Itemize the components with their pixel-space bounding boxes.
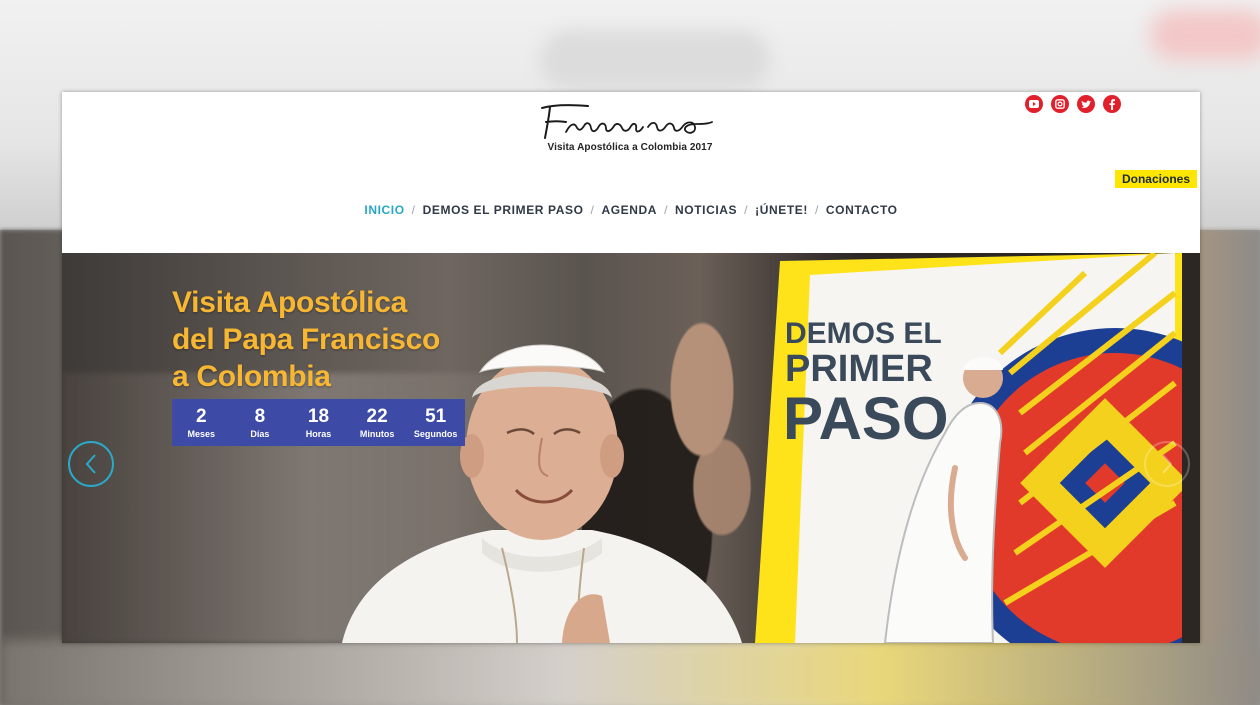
countdown-seconds: 51 Segundos — [408, 406, 464, 440]
main-navigation: INICIO / DEMOS EL PRIMER PASO / AGENDA / NOTIC… — [62, 203, 1200, 217]
site-header: Visita Apostólica a Colombia 2017 Donaci… — [62, 92, 1200, 253]
donate-button[interactable]: Donaciones — [1114, 170, 1197, 188]
hero-title-line: del Papa Francisco — [172, 323, 441, 356]
twitter-icon[interactable] — [1077, 95, 1095, 113]
countdown-label: Horas — [305, 428, 332, 439]
francisco-signature-logo — [541, 104, 713, 139]
nav-item-unete[interactable]: ¡ÚNETE! — [755, 203, 808, 217]
slider-next-button[interactable] — [1144, 441, 1190, 487]
logo-subtitle: Visita Apostólica a Colombia 2017 — [547, 142, 713, 153]
nav-separator: / — [411, 203, 416, 217]
nav-separator: / — [744, 203, 749, 217]
social-links — [1025, 95, 1121, 113]
countdown-label: Segundos — [413, 428, 458, 439]
poster-line-3: PASO — [783, 385, 949, 452]
hero-title-line: Visita Apostólica — [172, 286, 407, 319]
countdown-value: 22 — [366, 405, 388, 427]
background-blur-shape — [540, 30, 770, 90]
countdown-value: 51 — [425, 405, 447, 427]
slider-prev-button[interactable] — [68, 441, 114, 487]
nav-separator: / — [814, 203, 819, 217]
chevron-right-icon — [1162, 454, 1173, 474]
nav-separator: / — [664, 203, 669, 217]
countdown-minutes: 22 Minutos — [349, 406, 405, 440]
nav-item-agenda[interactable]: AGENDA — [601, 203, 657, 217]
hero-title-line: a Colombia — [172, 360, 331, 393]
nav-item-contacto[interactable]: CONTACTO — [826, 203, 898, 217]
site-logo[interactable]: Visita Apostólica a Colombia 2017 — [536, 102, 726, 157]
hero-slider: DEMOS EL PRIMER PASO Visita Apostólica d… — [62, 253, 1200, 643]
chevron-left-icon — [85, 454, 96, 474]
background-blur-shape — [0, 640, 1260, 705]
nav-item-inicio[interactable]: INICIO — [364, 203, 404, 217]
nav-separator: / — [590, 203, 595, 217]
countdown-label: Meses — [187, 428, 216, 439]
poster-line-2: PRIMER — [785, 348, 933, 390]
countdown-hours: 18 Horas — [290, 406, 346, 440]
hero-title: Visita Apostólica del Papa Francisco a C… — [172, 284, 502, 395]
instagram-icon[interactable] — [1051, 95, 1069, 113]
countdown-days: 8 Días — [232, 406, 288, 440]
demos-el-primer-paso-poster: DEMOS EL PRIMER PASO — [755, 253, 1182, 643]
website-screenshot: Visita Apostólica a Colombia 2017 Donaci… — [62, 92, 1200, 643]
nav-item-noticias[interactable]: NOTICIAS — [675, 203, 737, 217]
youtube-icon[interactable] — [1025, 95, 1043, 113]
countdown-value: 2 — [196, 405, 207, 427]
poster-line-1: DEMOS EL — [785, 317, 942, 350]
countdown-value: 18 — [307, 405, 330, 427]
countdown-label: Minutos — [359, 428, 395, 439]
countdown-timer: 2 Meses 8 Días 18 Horas 22 Minutos 51 Se… — [172, 399, 465, 446]
countdown-months: 2 Meses — [173, 406, 229, 440]
facebook-icon[interactable] — [1103, 95, 1121, 113]
countdown-label: Días — [250, 428, 270, 439]
nav-item-demos-el-primer-paso[interactable]: DEMOS EL PRIMER PASO — [423, 203, 584, 217]
countdown-value: 8 — [254, 405, 266, 427]
background-blur-shape — [1150, 10, 1260, 60]
